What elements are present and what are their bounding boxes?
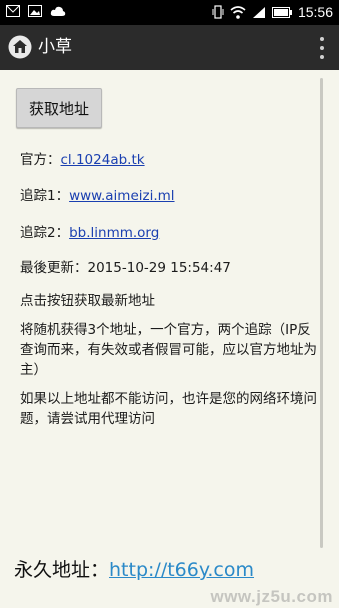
wifi-icon — [230, 5, 246, 19]
permanent-label: 永久地址： — [14, 559, 110, 581]
notice-text: 如果以上地址都不能访问，也许是您的网络环境问题，请尝试用代理访问 — [20, 391, 317, 427]
description-text: 将随机获得3个地址，一个官方，两个追踪（IP反查询而来，有失效或者假冒可能，应以… — [20, 322, 317, 378]
system-icons: 15:56 — [212, 4, 333, 20]
scrollbar[interactable] — [320, 78, 323, 548]
watermark: www.jz5u.com — [210, 587, 333, 606]
official-link[interactable]: cl.1024ab.tk — [61, 152, 145, 168]
tracker2-row: 追踪2：bb.linmm.org — [20, 221, 159, 241]
clock: 15:56 — [297, 4, 333, 20]
signal-icon — [252, 6, 265, 18]
get-address-button[interactable]: 获取地址 — [16, 88, 102, 128]
app-screen: 15:56 小草 获取地址 官方：cl.1024ab.tk 追踪1：www.ai… — [0, 0, 339, 608]
image-icon — [28, 5, 42, 17]
home-icon[interactable] — [8, 35, 32, 59]
vibrate-icon — [212, 5, 224, 19]
battery-icon — [271, 6, 292, 18]
tracker2-label: 追踪2： — [20, 225, 70, 241]
hint-text: 点击按钮获取最新地址 — [20, 293, 155, 309]
official-address-row: 官方：cl.1024ab.tk — [20, 148, 145, 168]
app-bar: 小草 — [0, 25, 339, 70]
tracker1-label: 追踪1： — [20, 188, 70, 204]
status-bar: 15:56 — [0, 0, 339, 25]
overflow-menu-icon[interactable] — [319, 37, 325, 59]
notification-icons — [6, 5, 66, 17]
tracker2-link[interactable]: bb.linmm.org — [69, 225, 159, 241]
official-label: 官方： — [20, 152, 61, 168]
tracker1-link[interactable]: www.aimeizi.ml — [69, 188, 174, 204]
tracker1-row: 追踪1：www.aimeizi.ml — [20, 184, 175, 204]
mail-icon — [6, 5, 20, 17]
permanent-address-row: 永久地址：http://t66y.com — [14, 555, 254, 582]
permanent-link[interactable]: http://t66y.com — [109, 559, 254, 581]
cloud-icon — [50, 6, 66, 16]
app-title: 小草 — [38, 37, 72, 57]
last-update-text: 最後更新：2015-10-29 15:54:47 — [20, 260, 231, 276]
